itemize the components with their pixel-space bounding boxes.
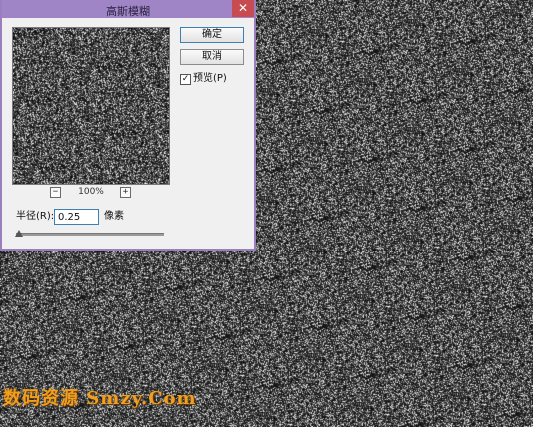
minus-icon: −	[52, 187, 59, 197]
radius-slider-thumb[interactable]	[14, 230, 23, 237]
site-watermark: 数码资源 Smzy.Com	[3, 388, 197, 409]
radius-input[interactable]	[54, 209, 99, 225]
preview-checkbox[interactable]: ✓	[180, 74, 191, 85]
zoom-controls: − 100% +	[50, 186, 132, 200]
close-icon: ✕	[237, 1, 249, 15]
zoom-level: 100%	[78, 187, 104, 197]
dialog-title: 高斯模糊	[106, 5, 150, 18]
preview-image	[13, 28, 169, 184]
zoom-in-button[interactable]: +	[120, 187, 131, 198]
close-button[interactable]: ✕	[232, 0, 254, 17]
radius-unit: 像素	[104, 211, 124, 222]
gaussian-blur-dialog: 高斯模糊 ✕ − 100% + 确定 取消 ✓ 预览(P) 半径(R): 0.2…	[0, 0, 256, 251]
preview-checkbox-row[interactable]: ✓ 预览(P)	[180, 73, 227, 85]
check-icon: ✓	[181, 74, 190, 84]
preview-checkbox-label: 预览(P)	[193, 73, 227, 84]
zoom-out-button[interactable]: −	[50, 187, 61, 198]
radius-label: 半径(R):	[16, 211, 55, 222]
cancel-button[interactable]: 取消	[180, 49, 244, 65]
dialog-body: − 100% + 确定 取消 ✓ 预览(P) 半径(R): 像素	[2, 18, 254, 249]
ok-button[interactable]: 确定	[180, 27, 244, 43]
dialog-titlebar[interactable]: 高斯模糊 ✕	[2, 0, 254, 18]
preview-window[interactable]	[12, 27, 170, 185]
plus-icon: +	[122, 187, 129, 197]
radius-slider-track[interactable]	[16, 233, 164, 236]
